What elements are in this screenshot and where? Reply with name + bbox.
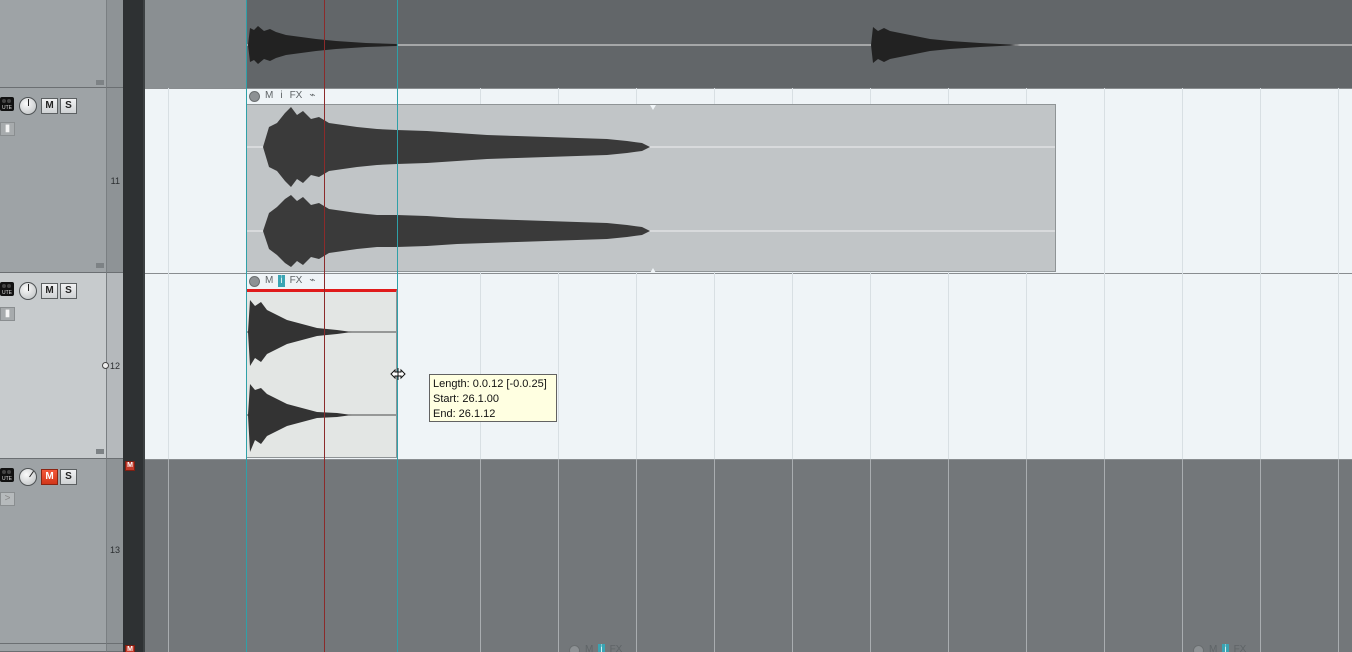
item-lock-icon[interactable] — [1193, 644, 1204, 652]
edit-cursor[interactable] — [324, 0, 325, 652]
media-item-track-11[interactable] — [246, 104, 1056, 273]
tooltip-start: Start: 26.1.00 — [433, 393, 500, 405]
item-edit-tooltip: Length: 0.0.12 [-0.0.25] Start: 26.1.00 … — [429, 374, 557, 422]
item-header[interactable]: M i FX ⌁ — [249, 274, 317, 288]
item-header[interactable]: M i FX — [569, 643, 624, 652]
item-fx-toggle[interactable]: FX — [608, 644, 625, 652]
media-item[interactable] — [145, 0, 246, 88]
selection-end-line — [397, 0, 398, 652]
media-item[interactable] — [870, 0, 1352, 88]
waveform — [247, 105, 1055, 273]
item-lock-icon[interactable] — [249, 275, 260, 287]
item-fx-toggle[interactable]: FX — [288, 275, 305, 287]
item-lock-icon[interactable] — [249, 90, 260, 102]
item-info-toggle[interactable]: i — [278, 275, 285, 287]
item-mute-toggle[interactable]: M — [263, 90, 275, 102]
media-item[interactable] — [246, 0, 870, 88]
item-mute-toggle[interactable]: M — [263, 275, 275, 287]
waveform — [870, 27, 1352, 63]
tooltip-length: Length: 0.0.12 [-0.0.25] — [433, 378, 547, 390]
tooltip-end: End: 26.1.12 — [433, 408, 496, 420]
item-info-toggle[interactable]: i — [278, 90, 284, 102]
waveform — [247, 300, 396, 452]
waveform — [246, 26, 870, 64]
item-header[interactable]: M i FX ⌁ — [249, 89, 317, 103]
item-mute-toggle[interactable]: M — [1207, 644, 1219, 652]
envelope-icon[interactable]: ⌁ — [307, 90, 317, 102]
selection-start-line — [246, 0, 247, 652]
envelope-icon[interactable]: ⌁ — [307, 275, 317, 287]
grid-lines — [168, 0, 1339, 652]
arrange-view: UTE M S ▮ 11 UTE M S ▮ 12 UTE M S > 13 M… — [0, 0, 1352, 652]
item-fx-toggle[interactable]: FX — [288, 90, 305, 102]
item-mute-toggle[interactable]: M — [583, 644, 595, 652]
item-fx-toggle[interactable]: FX — [1232, 644, 1249, 652]
item-info-toggle[interactable]: i — [598, 644, 605, 652]
item-lock-icon[interactable] — [569, 644, 580, 652]
item-header[interactable]: M i FX — [1193, 643, 1248, 652]
resize-cursor-icon — [390, 368, 406, 380]
media-item-track-12-selected[interactable] — [246, 289, 397, 458]
item-info-toggle[interactable]: i — [1222, 644, 1229, 652]
